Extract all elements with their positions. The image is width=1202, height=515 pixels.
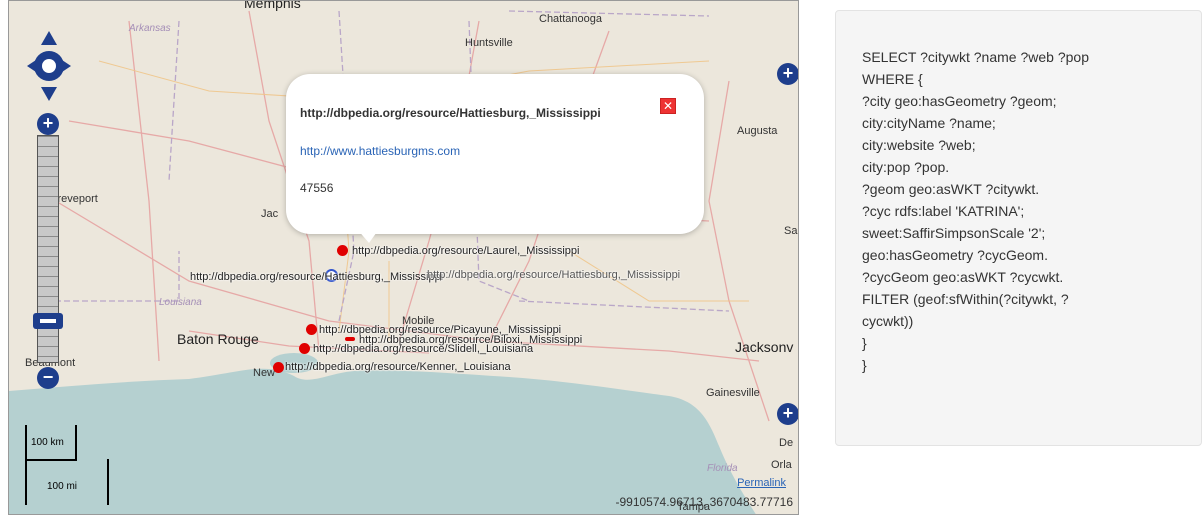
state-label-arkansas: Arkansas: [129, 23, 171, 34]
marker-label-slidell: http://dbpedia.org/resource/Slidell,_Lou…: [313, 343, 534, 355]
sparql-query-text: SELECT ?citywkt ?name ?web ?pop WHERE { …: [862, 46, 1182, 376]
query-line: city:pop ?pop.: [862, 159, 950, 175]
query-line: FILTER (geof:sfWithin(?citywkt, ?: [862, 291, 1069, 307]
marker-label-hattiesburg-overlap: http://dbpedia.org/resource/Hattiesburg,…: [427, 269, 681, 281]
city-label-chattanooga: Chattanooga: [539, 13, 602, 25]
query-line: WHERE {: [862, 71, 923, 87]
zoom-slider-handle[interactable]: [33, 313, 63, 329]
query-line: ?city geo:hasGeometry ?geom;: [862, 93, 1057, 109]
feature-popup: http://dbpedia.org/resource/Hattiesburg,…: [286, 74, 704, 234]
query-line: geo:hasGeometry ?cycGeom.: [862, 247, 1048, 263]
scale-mi-label: 100 mi: [47, 481, 78, 492]
popup-population: 47556: [300, 181, 334, 195]
sparql-query-panel: SELECT ?citywkt ?name ?web ?pop WHERE { …: [835, 10, 1202, 446]
popup-website-link[interactable]: http://www.hattiesburgms.com: [300, 144, 460, 158]
query-line: cycwkt)): [862, 313, 914, 329]
state-label-louisiana: Louisiana: [159, 297, 202, 308]
city-label-baton-rouge: Baton Rouge: [177, 331, 259, 347]
city-label-orlando: Orla: [771, 459, 792, 471]
query-line: }: [862, 335, 867, 351]
scale-km-label: 100 km: [31, 437, 64, 448]
query-line: city:website ?web;: [862, 137, 976, 153]
query-line: ?geom geo:asWKT ?citywkt.: [862, 181, 1040, 197]
marker-laurel[interactable]: [337, 245, 348, 256]
permalink-link[interactable]: Permalink: [737, 477, 786, 489]
close-icon[interactable]: ✕: [660, 98, 676, 114]
marker-picayune[interactable]: [306, 324, 317, 335]
map-view[interactable]: Memphis Chattanooga Huntsville Arkansas …: [8, 0, 799, 515]
layer-switcher-button-lower[interactable]: +: [777, 403, 798, 425]
city-label-jacksonville: Jacksonv: [735, 339, 794, 355]
zoom-out-button[interactable]: −: [37, 367, 59, 389]
popup-tail: [357, 229, 379, 243]
marker-label-kenner: http://dbpedia.org/resource/Kenner,_Loui…: [285, 361, 511, 373]
city-label-huntsville: Huntsville: [465, 37, 513, 49]
city-label-memphis: Memphis: [244, 0, 301, 11]
state-label-florida: Florida: [707, 463, 738, 474]
marker-label-laurel: http://dbpedia.org/resource/Laurel,_Miss…: [352, 245, 580, 257]
city-label-augusta: Augusta: [737, 125, 778, 137]
scale-line: 100 km 100 mi: [25, 425, 121, 507]
layer-switcher-button[interactable]: +: [777, 63, 798, 85]
popup-title: http://dbpedia.org/resource/Hattiesburg,…: [300, 106, 601, 120]
zoom-in-button[interactable]: +: [37, 113, 59, 135]
city-label-gainesville: Gainesville: [706, 387, 760, 399]
query-line: sweet:SaffirSimpsonScale '2';: [862, 225, 1046, 241]
city-label-new-orleans: New: [253, 367, 276, 379]
city-label-deland: De: [779, 437, 794, 449]
pan-control[interactable]: [27, 31, 71, 101]
marker-label-hattiesburg: http://dbpedia.org/resource/Hattiesburg,…: [190, 271, 444, 283]
query-line: city:cityName ?name;: [862, 115, 996, 131]
query-line: }: [862, 357, 867, 373]
marker-kenner[interactable]: [273, 362, 284, 373]
query-line: ?cycGeom geo:asWKT ?cycwkt.: [862, 269, 1064, 285]
query-line: SELECT ?citywkt ?name ?web ?pop: [862, 49, 1089, 65]
city-label-jackson: Jac: [261, 208, 279, 220]
zoom-bar[interactable]: + −: [33, 113, 63, 389]
mouse-position-readout: -9910574.96713, 3670483.77716: [615, 495, 793, 509]
marker-biloxi[interactable]: [345, 337, 355, 341]
city-label-savannah: Sa: [784, 225, 798, 237]
marker-slidell[interactable]: [299, 343, 310, 354]
query-line: ?cyc rdfs:label 'KATRINA';: [862, 203, 1025, 219]
